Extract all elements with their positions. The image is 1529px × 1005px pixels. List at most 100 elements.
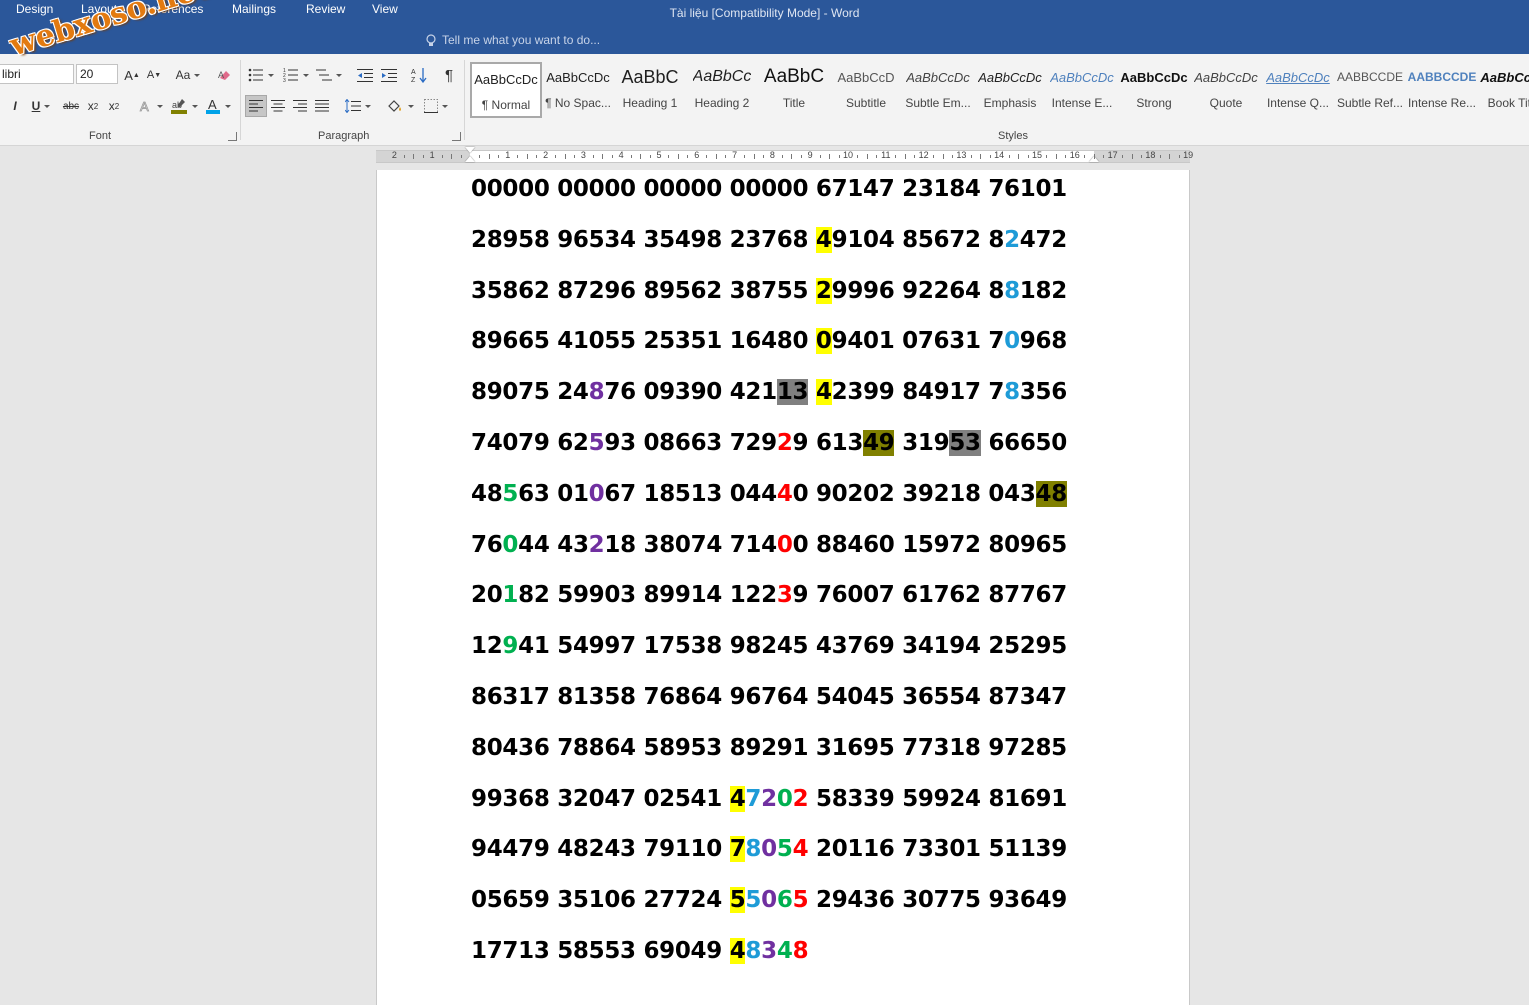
colored-digit: 2 [588, 531, 605, 558]
digit-run: 182 [1019, 277, 1067, 304]
font-name-box[interactable]: libri [0, 64, 74, 84]
ruler-tick [970, 155, 972, 158]
eraser-icon: A [218, 70, 230, 80]
text-effects-icon: A [140, 99, 150, 113]
ruler-tick [422, 155, 424, 158]
ruler-number: 19 [1183, 150, 1194, 160]
align-center-button[interactable] [268, 95, 288, 117]
document-line: 74079 62593 08663 72929 61349 31953 6665… [471, 426, 1067, 460]
paragraph-dialog-launcher[interactable] [452, 132, 461, 141]
colored-digit: 1 [502, 582, 519, 609]
style-quote[interactable]: AaBbCcDc Quote [1190, 62, 1262, 118]
style-subtle-em[interactable]: AaBbCcDc Subtle Em... [902, 62, 974, 118]
style-intense-re[interactable]: AABBCCDE Intense Re... [1406, 62, 1478, 118]
underline-button[interactable]: U [26, 95, 56, 117]
grow-font-button[interactable]: A ▲ [122, 64, 142, 86]
tab-view[interactable]: View [372, 2, 398, 16]
tell-me-placeholder: Tell me what you want to do... [442, 33, 601, 47]
ruler-tick [1159, 155, 1161, 158]
digit-run: 74079 62 [471, 430, 589, 456]
decrease-indent-button[interactable] [354, 64, 376, 86]
strikethrough-button[interactable]: abc [60, 95, 82, 117]
style-intense-q[interactable]: AaBbCcDc Intense Q... [1262, 62, 1334, 118]
tab-design[interactable]: Design [16, 2, 53, 16]
style-intense-e[interactable]: AaBbCcDc Intense E... [1046, 62, 1118, 118]
style-heading-2[interactable]: AaBbCc Heading 2 [686, 62, 758, 118]
digit-run: 94479 48243 79110 [471, 836, 730, 863]
numbering-icon: 123 [283, 68, 298, 82]
font-size-box[interactable]: 20 [76, 64, 118, 84]
tab-mailings[interactable]: Mailings [232, 2, 276, 16]
colored-digit: 8 [745, 836, 762, 863]
digit-run: 0 90202 39218 043 [792, 480, 1036, 507]
style-normal[interactable]: AaBbCcDc ¶ Normal [470, 62, 542, 118]
tell-me-box[interactable]: Tell me what you want to do... [426, 33, 600, 47]
ruler-tick [403, 155, 405, 158]
shrink-font-button[interactable]: A ▼ [144, 64, 164, 86]
ruler-number: 4 [618, 150, 624, 160]
line-spacing-button[interactable] [342, 95, 374, 117]
ruler-tick [687, 155, 689, 158]
font-color-button[interactable]: A [202, 95, 234, 117]
align-right-icon [293, 100, 307, 112]
align-right-button[interactable] [290, 95, 310, 117]
sort-button[interactable]: AZ [408, 64, 430, 86]
first-line-indent-marker[interactable] [465, 147, 475, 153]
ruler-tick [1093, 154, 1095, 159]
horizontal-ruler[interactable]: 2 1 1 2 3 4 5 6 7 8 9 10 11 12 13 14 15 16 17 18 19 [376, 147, 1193, 163]
ruler-tick [904, 154, 906, 159]
style-name: Strong [1136, 96, 1172, 110]
change-case-button[interactable]: Aa [172, 64, 204, 86]
style-sample: AaBbCcDc [1050, 69, 1114, 85]
bullets-button[interactable] [246, 64, 276, 86]
font-dialog-launcher[interactable] [228, 132, 237, 141]
increase-indent-button[interactable] [378, 64, 400, 86]
highlighted-digits: 48 [1035, 480, 1067, 507]
digit-run: 9401 07631 7 [831, 328, 1005, 355]
style-sample: AaBbCcDc [474, 71, 538, 87]
colored-digit: 8 [588, 379, 605, 406]
ruler-tick [866, 154, 868, 159]
highlighted-digits: 4 [815, 226, 832, 253]
hanging-indent-marker[interactable] [465, 156, 475, 162]
style-emphasis[interactable]: AaBbCcDc Emphasis [974, 62, 1046, 118]
style-book-title[interactable]: AaBbCcDc Book Title [1478, 62, 1529, 118]
style-no-spac[interactable]: AaBbCcDc ¶ No Spac... [542, 62, 614, 118]
text-effects-button[interactable]: A [136, 95, 166, 117]
clear-formatting-button[interactable]: A [214, 64, 236, 86]
italic-button[interactable]: I [8, 95, 22, 117]
style-subtle-ref[interactable]: AABBCCDE Subtle Ref... [1334, 62, 1406, 118]
ruler-tick [488, 154, 490, 159]
justify-button[interactable] [312, 95, 332, 117]
digit-run [808, 379, 816, 405]
subscript-button[interactable]: x2 [84, 95, 102, 117]
ruler-tick [555, 155, 557, 158]
group-separator [240, 60, 241, 140]
ruler-tick [649, 155, 651, 158]
show-formatting-button[interactable]: ¶ [438, 64, 460, 86]
style-sample: AaBbC [763, 66, 825, 87]
ruler-tick [1140, 155, 1142, 158]
document-line: 89075 24876 09390 42113 42399 84917 7835… [471, 375, 1067, 409]
style-subtitle[interactable]: AaBbCcD Subtitle [830, 62, 902, 118]
style-name: Intense Re... [1407, 96, 1477, 110]
ruler-tick [781, 155, 783, 158]
style-heading-1[interactable]: AaBbC Heading 1 [614, 62, 686, 118]
pilcrow-icon: ¶ [444, 66, 454, 84]
document-line: 80436 78864 58953 89291 31695 77318 9728… [471, 731, 1067, 765]
style-strong[interactable]: AaBbCcDc Strong [1118, 62, 1190, 118]
shading-button[interactable] [384, 95, 416, 117]
numbering-button[interactable]: 123 [280, 64, 312, 86]
document-line: 35862 87296 89562 38755 29996 92264 8818… [471, 274, 1067, 308]
ruler-tick [744, 155, 746, 158]
borders-button[interactable] [420, 95, 452, 117]
digit-run: 17713 58553 69049 [471, 938, 730, 964]
style-title[interactable]: AaBbC Title [758, 62, 830, 118]
document-page[interactable]: 00000 00000 00000 00000 67147 23184 7610… [376, 170, 1190, 1005]
multilevel-list-button[interactable] [314, 64, 344, 86]
superscript-button[interactable]: x2 [105, 95, 123, 117]
ruler-tick [517, 155, 519, 158]
tab-review[interactable]: Review [306, 2, 345, 16]
align-left-button[interactable] [245, 95, 267, 117]
highlight-color-button[interactable]: ab [168, 95, 200, 117]
